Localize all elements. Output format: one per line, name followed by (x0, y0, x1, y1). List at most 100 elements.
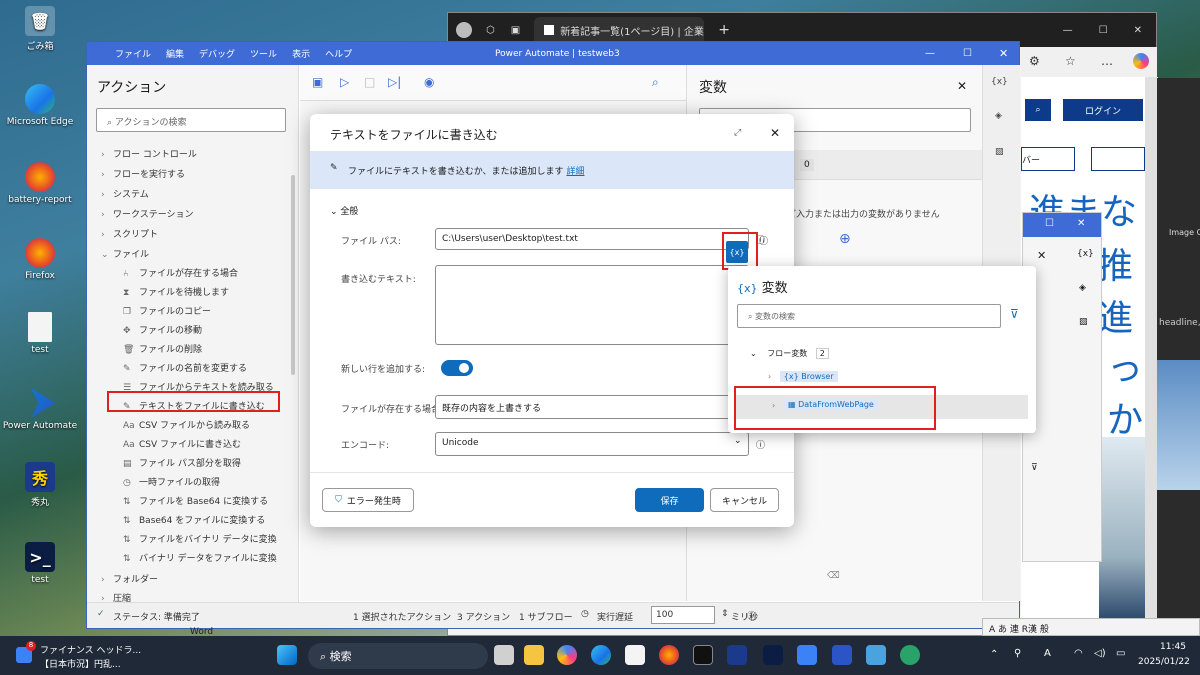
encoding-select[interactable]: Unicode (435, 432, 749, 456)
category-scripting[interactable]: › スクリプト (101, 227, 158, 240)
file-path-input[interactable]: C:\Users\user\Desktop\test.txt (435, 228, 749, 250)
delay-input[interactable]: 100 (651, 606, 715, 624)
action-item[interactable]: ⇅ ファイルを Base64 に変換する (123, 494, 268, 507)
file-explorer-icon[interactable] (524, 645, 544, 665)
store-icon[interactable] (625, 645, 645, 665)
layers-icon[interactable]: ◈ (1079, 283, 1086, 293)
run-icon[interactable]: ▷ (340, 75, 349, 89)
stop-icon[interactable]: □ (364, 75, 375, 89)
variable-item-browser[interactable]: › {x} Browser (768, 371, 838, 382)
action-item[interactable]: ◷ 一時ファイルの取得 (123, 475, 220, 488)
category-flow-control[interactable]: › フロー コントロール (101, 147, 197, 160)
actions-search[interactable]: ⌕ アクションの検索 (96, 108, 286, 132)
maximize-icon[interactable]: ☐ (1099, 25, 1108, 36)
copilot-icon[interactable] (1133, 53, 1149, 69)
close-icon[interactable]: ✕ (1077, 218, 1085, 229)
action-item[interactable]: ⇅ バイナリ データをファイルに変換 (123, 551, 277, 564)
minimize-icon[interactable]: — (1063, 25, 1073, 36)
action-item[interactable]: ❐ ファイルのコピー (123, 304, 211, 317)
scrollbar[interactable] (291, 175, 295, 375)
ime-bar[interactable]: A あ 連 R漢 般 (982, 618, 1200, 636)
battery-icon[interactable]: ▭ (1116, 648, 1125, 659)
tab-actions-icon[interactable]: ▣ (511, 25, 520, 36)
close-icon[interactable]: ✕ (1037, 249, 1046, 262)
favorites-icon[interactable]: ☆ (1065, 54, 1076, 68)
action-item[interactable]: ⇅ ファイルをバイナリ データに変換 (123, 532, 277, 545)
eraser-icon[interactable]: ⌫ (827, 571, 840, 581)
close-icon[interactable]: ✕ (999, 47, 1008, 60)
extensions-icon[interactable]: ⚙ (1029, 54, 1040, 68)
desktop-icon-test-shortcut[interactable]: >_ test (2, 542, 78, 585)
power-automate-icon[interactable] (832, 645, 852, 665)
category-workstation[interactable]: › ワークステーション (101, 207, 194, 220)
start-icon[interactable] (277, 645, 297, 665)
menu-file[interactable]: ファイル (115, 47, 151, 60)
save-button[interactable]: 保存 (635, 488, 704, 512)
action-item[interactable]: ⇅ Base64 をファイルに変換する (123, 513, 265, 526)
filter-icon[interactable]: ⊽ (1031, 463, 1038, 473)
photos-icon[interactable] (797, 645, 817, 665)
menu-debug[interactable]: デバッグ (199, 47, 235, 60)
variable-search[interactable]: ⌕ 変数の検索 (737, 304, 1001, 328)
newline-toggle[interactable] (441, 360, 473, 376)
action-item[interactable]: ✎ ファイルの名前を変更する (123, 361, 247, 374)
on-error-button[interactable]: ⛉ エラー発生時 (322, 488, 414, 512)
info-icon[interactable]: ⓘ (756, 438, 765, 451)
add-variable-icon[interactable]: ⊕ (839, 231, 851, 247)
menu-edit[interactable]: 編集 (166, 47, 184, 60)
record-icon[interactable]: ◉ (424, 75, 434, 89)
filter-icon[interactable]: ⊽ (1010, 307, 1019, 321)
action-item[interactable]: ✥ ファイルの移動 (123, 323, 202, 336)
browser-tab[interactable]: 新着記事一覧(1ページ目) | 企業IT | (534, 16, 705, 44)
taskbar-search[interactable]: ⌕ 検索 (308, 643, 488, 669)
cancel-button[interactable]: キャンセル (710, 488, 779, 512)
category-file[interactable]: ⌄ ファイル (101, 247, 149, 260)
login-button[interactable]: ログイン (1063, 99, 1143, 121)
desktop-icon-test-file[interactable]: test (2, 312, 78, 355)
profile-icon[interactable] (456, 22, 472, 38)
variables-tool-icon[interactable]: {x} (1077, 249, 1094, 259)
action-item[interactable]: ⧗ ファイルを待機します (123, 285, 229, 298)
secondary-button[interactable] (1091, 147, 1145, 171)
category-folder[interactable]: › フォルダー (101, 572, 158, 585)
info-link[interactable]: 詳細 (566, 167, 584, 177)
tray-chevron-icon[interactable]: ⌃ (990, 649, 998, 660)
section-general[interactable]: ⌄ 全般 (330, 204, 358, 217)
menu-view[interactable]: 表示 (292, 47, 310, 60)
step-icon[interactable]: ▷| (388, 75, 401, 89)
close-icon[interactable]: ✕ (957, 79, 967, 93)
layers-icon[interactable]: ◈ (995, 111, 1002, 121)
desktop-icon-battery-report[interactable]: battery-report (2, 162, 78, 205)
flow-variables-group[interactable]: ⌄ フロー変数 2 (750, 348, 829, 359)
variables-tool-icon[interactable]: {x} (991, 77, 1008, 87)
save-icon[interactable]: ▣ (312, 75, 323, 89)
image-icon[interactable]: ▧ (1079, 317, 1088, 327)
spinner-icon[interactable]: ⇕ (721, 609, 729, 619)
info-icon[interactable]: ⓘ (747, 609, 756, 622)
task-view-icon[interactable] (494, 645, 514, 665)
news-widget[interactable]: 8 ファイナンス ヘッドラ... 【日本市況】円乱... (14, 641, 141, 671)
clock-date[interactable]: 2025/01/22 (1138, 657, 1190, 667)
terminal-icon[interactable] (693, 645, 713, 665)
copilot-icon[interactable] (557, 645, 577, 665)
edge-icon[interactable] (591, 645, 611, 665)
text-input[interactable] (435, 265, 749, 345)
clock-time[interactable]: 11:45 (1160, 642, 1186, 652)
expand-icon[interactable]: ⤢ (734, 128, 741, 138)
info-icon[interactable]: ⓘ (759, 234, 768, 247)
new-tab-button[interactable]: + (718, 22, 730, 38)
category-system[interactable]: › システム (101, 187, 149, 200)
category-run-flow[interactable]: › フローを実行する (101, 167, 185, 180)
wifi-icon[interactable]: ◠ (1074, 648, 1083, 659)
search-icon[interactable]: ⌕ (652, 75, 659, 90)
close-icon[interactable]: ✕ (770, 126, 780, 140)
desktop-icon-edge[interactable]: Microsoft Edge (2, 84, 78, 127)
menu-tools[interactable]: ツール (250, 47, 277, 60)
close-icon[interactable]: ✕ (1134, 25, 1142, 36)
globe-icon[interactable] (900, 645, 920, 665)
workspaces-icon[interactable]: ⬡ (486, 25, 495, 36)
desktop-icon-power-automate[interactable]: Power Automate (2, 388, 78, 431)
desktop-icon-hidemaru[interactable]: 秀 秀丸 (2, 462, 78, 508)
maximize-icon[interactable]: ☐ (963, 48, 972, 59)
action-item[interactable]: ▤ ファイル パス部分を取得 (123, 456, 241, 469)
